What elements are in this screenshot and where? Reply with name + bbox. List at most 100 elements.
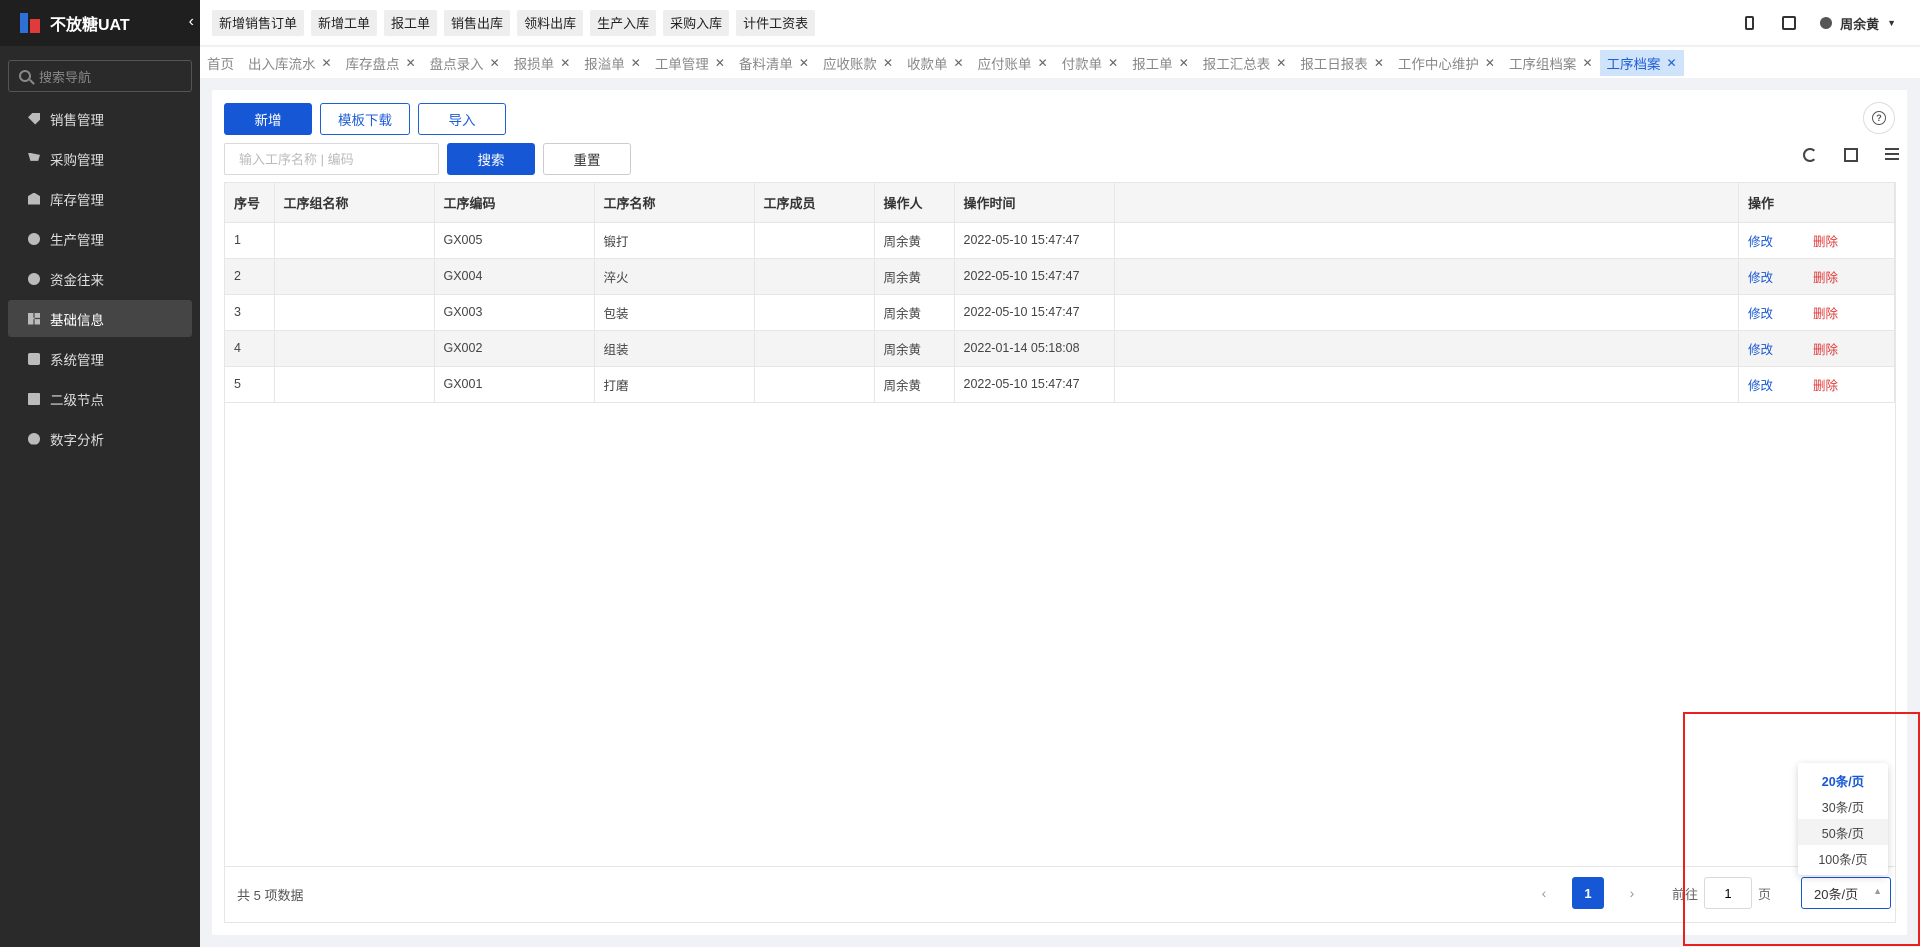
sidebar-item-production[interactable]: 生产管理 [8, 220, 192, 257]
table-row[interactable]: 2 GX004 淬火 周余黄 2022-05-10 15:47:47 修改 删除 [225, 258, 1895, 295]
sidebar-item-inventory[interactable]: 库存管理 [8, 180, 192, 217]
tab-loss-report[interactable]: 报损单 ✕ [507, 50, 578, 76]
cell-actions: 修改 删除 [1738, 366, 1895, 403]
tab-payables[interactable]: 应付账单 ✕ [971, 50, 1055, 76]
table-row[interactable]: 5 GX001 打磨 周余黄 2022-05-10 15:47:47 修改 删除 [225, 366, 1895, 403]
delete-link[interactable]: 删除 [1813, 379, 1838, 393]
tab-payment[interactable]: 付款单 ✕ [1055, 50, 1126, 76]
column-header-index[interactable]: 序号 [225, 183, 275, 223]
delete-link[interactable]: 删除 [1813, 343, 1838, 357]
quick-sales-outbound-button[interactable]: 销售出库 [444, 9, 511, 36]
tab-work-order-mgmt[interactable]: 工单管理 ✕ [648, 50, 732, 76]
mobile-icon[interactable] [1745, 16, 1755, 30]
sidebar-item-finance[interactable]: 资金往来 [8, 260, 192, 297]
quick-production-inbound-button[interactable]: 生产入库 [590, 9, 657, 36]
tab-process-archive[interactable]: 工序档案 ✕ [1599, 49, 1684, 76]
table-row[interactable]: 4 GX002 组装 周余黄 2022-01-14 05:18:08 修改 删除 [225, 330, 1895, 367]
tab-material-list[interactable]: 备料清单 ✕ [732, 50, 816, 76]
sidebar-item-purchase[interactable]: 采购管理 [8, 140, 192, 177]
screen-icon[interactable] [1782, 16, 1797, 30]
edit-link[interactable]: 修改 [1748, 271, 1773, 285]
tab-work-center[interactable]: 工作中心维护 ✕ [1391, 50, 1502, 76]
close-icon[interactable]: ✕ [1667, 56, 1677, 70]
delete-link[interactable]: 删除 [1813, 271, 1838, 285]
close-icon[interactable]: ✕ [322, 56, 332, 70]
page-size-option-30[interactable]: 30条/页 [1798, 793, 1888, 819]
tab-check-entry[interactable]: 盘点录入 ✕ [423, 50, 507, 76]
edit-link[interactable]: 修改 [1748, 343, 1773, 357]
search-button[interactable]: 搜索 [447, 143, 535, 175]
refresh-icon[interactable] [1803, 148, 1817, 162]
help-button[interactable]: ? [1863, 102, 1895, 134]
tab-overflow-report[interactable]: 报溢单 ✕ [577, 50, 648, 76]
import-button[interactable]: 导入 [418, 103, 506, 135]
close-icon[interactable]: ✕ [406, 56, 416, 70]
edit-link[interactable]: 修改 [1748, 235, 1773, 249]
delete-link[interactable]: 删除 [1813, 235, 1838, 249]
search-input[interactable] [224, 143, 439, 175]
page-number-button[interactable]: 1 [1571, 877, 1604, 909]
quick-purchase-inbound-button[interactable]: 采购入库 [663, 9, 730, 36]
page-size-option-50[interactable]: 50条/页 [1798, 819, 1888, 845]
table-row[interactable]: 3 GX003 包装 周余黄 2022-05-10 15:47:47 修改 删除 [225, 294, 1895, 331]
close-icon[interactable]: ✕ [1038, 56, 1048, 70]
quick-new-work-order-button[interactable]: 新增工单 [311, 9, 378, 36]
sidebar-item-basic-info[interactable]: 基础信息 [8, 300, 192, 337]
tab-work-report-daily[interactable]: 报工日报表 ✕ [1293, 50, 1391, 76]
collapse-sidebar-icon[interactable]: ‹ [189, 13, 194, 31]
sidebar-search-input[interactable]: 搜索导航 [8, 60, 192, 92]
close-icon[interactable]: ✕ [1485, 56, 1495, 70]
close-icon[interactable]: ✕ [883, 56, 893, 70]
close-icon[interactable]: ✕ [490, 56, 500, 70]
close-icon[interactable]: ✕ [1374, 56, 1384, 70]
close-icon[interactable]: ✕ [799, 56, 809, 70]
tab-home[interactable]: 首页 [200, 50, 241, 76]
edit-link[interactable]: 修改 [1748, 307, 1773, 321]
sidebar-item-system[interactable]: 系统管理 [8, 340, 192, 377]
column-settings-icon[interactable] [1885, 148, 1899, 162]
quick-new-sales-order-button[interactable]: 新增销售订单 [212, 9, 305, 36]
close-icon[interactable]: ✕ [715, 56, 725, 70]
page-size-option-20[interactable]: 20条/页 [1798, 767, 1888, 793]
page-size-select[interactable]: 20条/页 ▲ [1801, 877, 1891, 909]
close-icon[interactable]: ✕ [1276, 56, 1286, 70]
sidebar-item-analytics[interactable]: 数字分析 [8, 420, 192, 457]
quick-work-report-button[interactable]: 报工单 [384, 9, 438, 36]
tab-inout-flow[interactable]: 出入库流水 ✕ [241, 50, 339, 76]
quick-piecework-wage-button[interactable]: 计件工资表 [736, 9, 816, 36]
next-page-button[interactable]: › [1622, 885, 1642, 901]
goto-page-input[interactable] [1703, 877, 1752, 909]
column-header-time[interactable]: 操作时间 [954, 183, 1115, 223]
user-menu[interactable]: 周余黄 ▼ [1820, 14, 1896, 33]
edit-link[interactable]: 修改 [1748, 379, 1773, 393]
reset-button[interactable]: 重置 [543, 143, 631, 175]
tab-work-report[interactable]: 报工单 ✕ [1125, 50, 1196, 76]
column-header-members[interactable]: 工序成员 [754, 183, 875, 223]
close-icon[interactable]: ✕ [560, 56, 570, 70]
tab-process-group-archive[interactable]: 工序组档案 ✕ [1502, 50, 1600, 76]
sidebar-item-sales[interactable]: 销售管理 [8, 100, 192, 137]
column-header-operator[interactable]: 操作人 [874, 183, 955, 223]
close-icon[interactable]: ✕ [631, 56, 641, 70]
add-button[interactable]: 新增 [224, 103, 312, 135]
template-download-button[interactable]: 模板下载 [320, 103, 410, 135]
prev-page-button[interactable]: ‹ [1534, 885, 1554, 901]
close-icon[interactable]: ✕ [954, 56, 964, 70]
column-header-name[interactable]: 工序名称 [594, 183, 755, 223]
tab-receivables[interactable]: 应收账款 ✕ [816, 50, 900, 76]
sidebar-item-secondary-node[interactable]: 二级节点 [8, 380, 192, 417]
sidebar-item-label: 资金往来 [50, 272, 104, 288]
table-row[interactable]: 1 GX005 锻打 周余黄 2022-05-10 15:47:47 修改 删除 [225, 222, 1895, 259]
fullscreen-icon[interactable] [1844, 148, 1858, 162]
column-header-code[interactable]: 工序编码 [434, 183, 595, 223]
quick-material-outbound-button[interactable]: 领料出库 [517, 9, 584, 36]
page-size-option-100[interactable]: 100条/页 [1798, 845, 1888, 871]
close-icon[interactable]: ✕ [1179, 56, 1189, 70]
tab-receipt[interactable]: 收款单 ✕ [900, 50, 971, 76]
close-icon[interactable]: ✕ [1108, 56, 1118, 70]
column-header-group-name[interactable]: 工序组名称 [274, 183, 435, 223]
delete-link[interactable]: 删除 [1813, 307, 1838, 321]
tab-work-report-summary[interactable]: 报工汇总表 ✕ [1196, 50, 1294, 76]
close-icon[interactable]: ✕ [1582, 56, 1592, 70]
tab-stock-check[interactable]: 库存盘点 ✕ [339, 50, 423, 76]
